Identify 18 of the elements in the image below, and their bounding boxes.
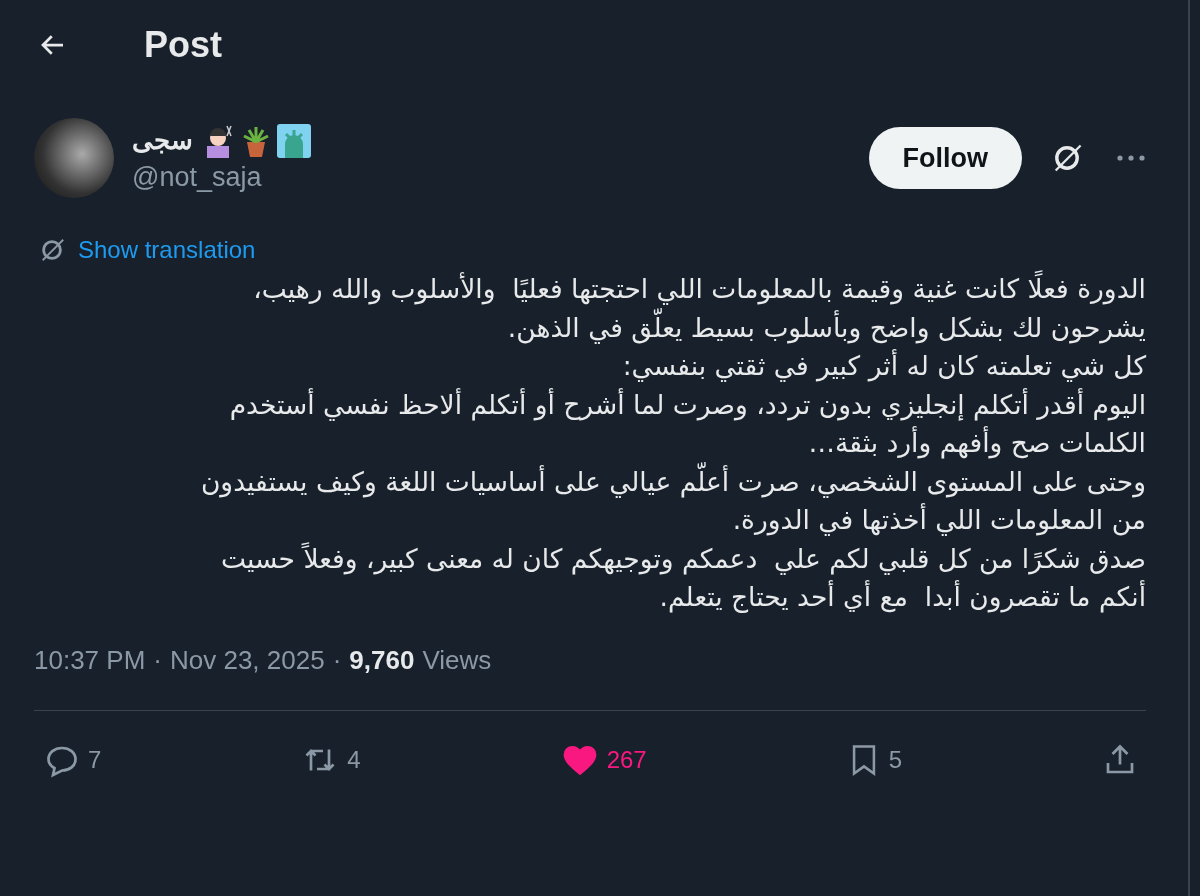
statue-icon [277, 123, 311, 158]
follow-button[interactable]: Follow [868, 127, 1022, 189]
separator-dot: · [153, 644, 162, 676]
post-date[interactable]: Nov 23, 2025 [169, 644, 325, 676]
separator-dot: · [332, 644, 342, 676]
post-time[interactable]: 10:37 PM [34, 644, 146, 676]
reply-action[interactable]: 7 [44, 741, 102, 778]
repost-action[interactable]: 4 [301, 741, 361, 778]
views-count: 9,760 [349, 644, 415, 676]
like-action[interactable]: 267 [560, 741, 647, 778]
user-handle[interactable]: @not_saja [132, 161, 311, 193]
bookmark-action[interactable]: 5 [846, 740, 903, 779]
show-translation-link[interactable]: Show translation [78, 236, 256, 264]
display-name[interactable]: سجى [132, 125, 193, 156]
page-title: Post [144, 24, 222, 66]
more-options-icon[interactable] [1116, 154, 1146, 162]
post-text: الدورة فعلًا كانت غنية وقيمة بالمعلومات اللي احتجتها فعليًا والأسلوب والله رهيب، يشرحون لك بشكل واضح وبأسلوب بسيط يعلّق في الذهن. كل شي تعلمته كان له أثر كبير في ثقتي بنفسي: اليوم أقدر أتكلم إنجليزي بدون تردد، وصرت لما أشرح أو أتكلم ألاحظ نفسي أستخدم الكلمات صح وأفهم وأرد بثقة… وحتى على المستوى الشخصي، صرت أعلّم عيالي على أساسيات اللغة وكيف يستفيدون من المعلومات اللي أخذتها في الدورة. صدق شكرًا من كل قلبي لكم علي دعمكم وتوجيهكم كان له معنى كبير، وفعلاً حسيت أنكم ما تقصرون أبدا مع أي أحد يحتاج يتعلم. [34, 270, 1146, 617]
views-label: Views [422, 644, 492, 676]
